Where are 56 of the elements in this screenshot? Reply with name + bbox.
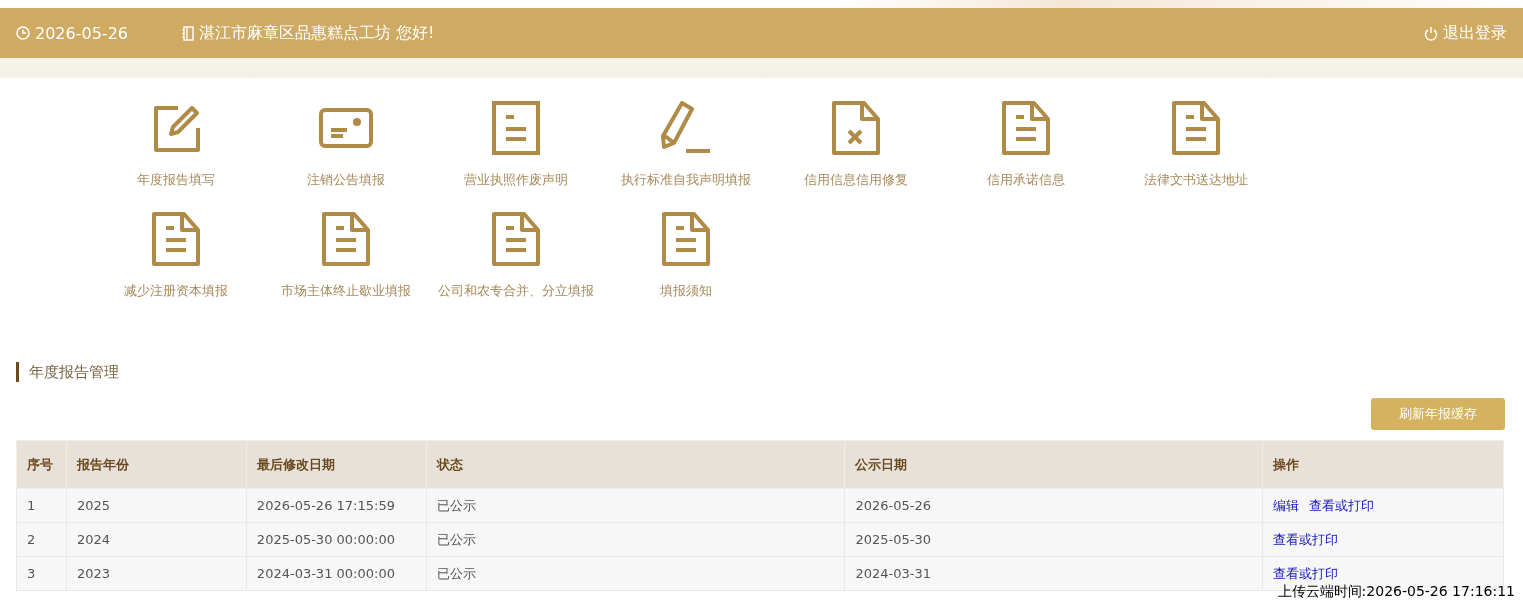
menu-link[interactable]: 法律文书送达地址 xyxy=(1144,171,1248,189)
edit-icon xyxy=(152,104,200,152)
document-icon xyxy=(492,212,540,266)
document-icon xyxy=(662,212,710,266)
menu-link[interactable]: 年度报告填写 xyxy=(137,171,215,189)
table-cell: 2024-03-31 00:00:00 xyxy=(246,556,427,591)
menu-link[interactable]: 执行标准自我声明填报 xyxy=(621,171,751,189)
column-header: 报告年份 xyxy=(66,440,247,489)
menu-link[interactable]: 市场主体终止歇业填报 xyxy=(281,282,411,300)
upload-time: 上传云端时间:2026-05-26 17:16:11 xyxy=(1277,583,1515,601)
greeting-text: 湛江市麻章区品惠糕点工坊 您好! xyxy=(199,22,435,44)
table-cell: 2025 xyxy=(66,488,247,523)
table-cell: 2026-05-26 17:15:59 xyxy=(246,488,427,523)
action-link[interactable]: 编辑 xyxy=(1273,497,1300,513)
card-icon xyxy=(319,106,373,150)
menu-link[interactable]: 公司和农专合并、分立填报 xyxy=(438,282,594,300)
refresh-button[interactable]: 刷新年报缓存 xyxy=(1371,398,1505,430)
header-date: 2026-05-26 xyxy=(35,23,128,43)
column-header: 状态 xyxy=(426,440,845,489)
document-icon xyxy=(322,212,370,266)
document-icon xyxy=(492,101,540,155)
column-header: 操作 xyxy=(1262,440,1504,489)
action-link[interactable]: 查看或打印 xyxy=(1273,565,1339,581)
column-header: 序号 xyxy=(16,440,67,489)
table-cell: 2026-05-26 xyxy=(844,488,1263,523)
table-cell: 3 xyxy=(16,556,67,591)
table-cell: 2025-05-30 xyxy=(844,522,1263,557)
column-header: 公示日期 xyxy=(844,440,1263,489)
action-link[interactable]: 查看或打印 xyxy=(1309,497,1375,513)
table-cell: 已公示 xyxy=(426,488,845,523)
document-x-icon xyxy=(832,101,880,155)
table-cell: 1 xyxy=(16,488,67,523)
clock-icon xyxy=(16,26,30,40)
column-header: 最后修改日期 xyxy=(246,440,427,489)
table-cell: 2024-03-31 xyxy=(844,556,1263,591)
table-cell: 2 xyxy=(16,522,67,557)
table-cell: 2023 xyxy=(66,556,247,591)
section-title: 年度报告管理 xyxy=(16,362,1523,382)
pencil-icon xyxy=(660,101,712,155)
action-link[interactable]: 查看或打印 xyxy=(1273,531,1339,547)
menu-link[interactable]: 信用信息信用修复 xyxy=(804,171,908,189)
notebook-icon xyxy=(182,25,194,41)
table-cell: 已公示 xyxy=(426,556,845,591)
table-cell: 已公示 xyxy=(426,522,845,557)
menu-link[interactable]: 信用承诺信息 xyxy=(987,171,1065,189)
document-icon xyxy=(1002,101,1050,155)
logout-link[interactable]: 退出登录 xyxy=(1424,22,1507,44)
power-icon xyxy=(1424,25,1438,41)
document-icon xyxy=(152,212,200,266)
menu-link[interactable]: 注销公告填报 xyxy=(307,171,385,189)
document-icon xyxy=(1172,101,1220,155)
table-cell: 2025-05-30 00:00:00 xyxy=(246,522,427,557)
menu-link[interactable]: 减少注册资本填报 xyxy=(124,282,228,300)
menu-link[interactable]: 填报须知 xyxy=(660,282,712,300)
menu-link[interactable]: 营业执照作废声明 xyxy=(464,171,568,189)
table-cell: 2024 xyxy=(66,522,247,557)
